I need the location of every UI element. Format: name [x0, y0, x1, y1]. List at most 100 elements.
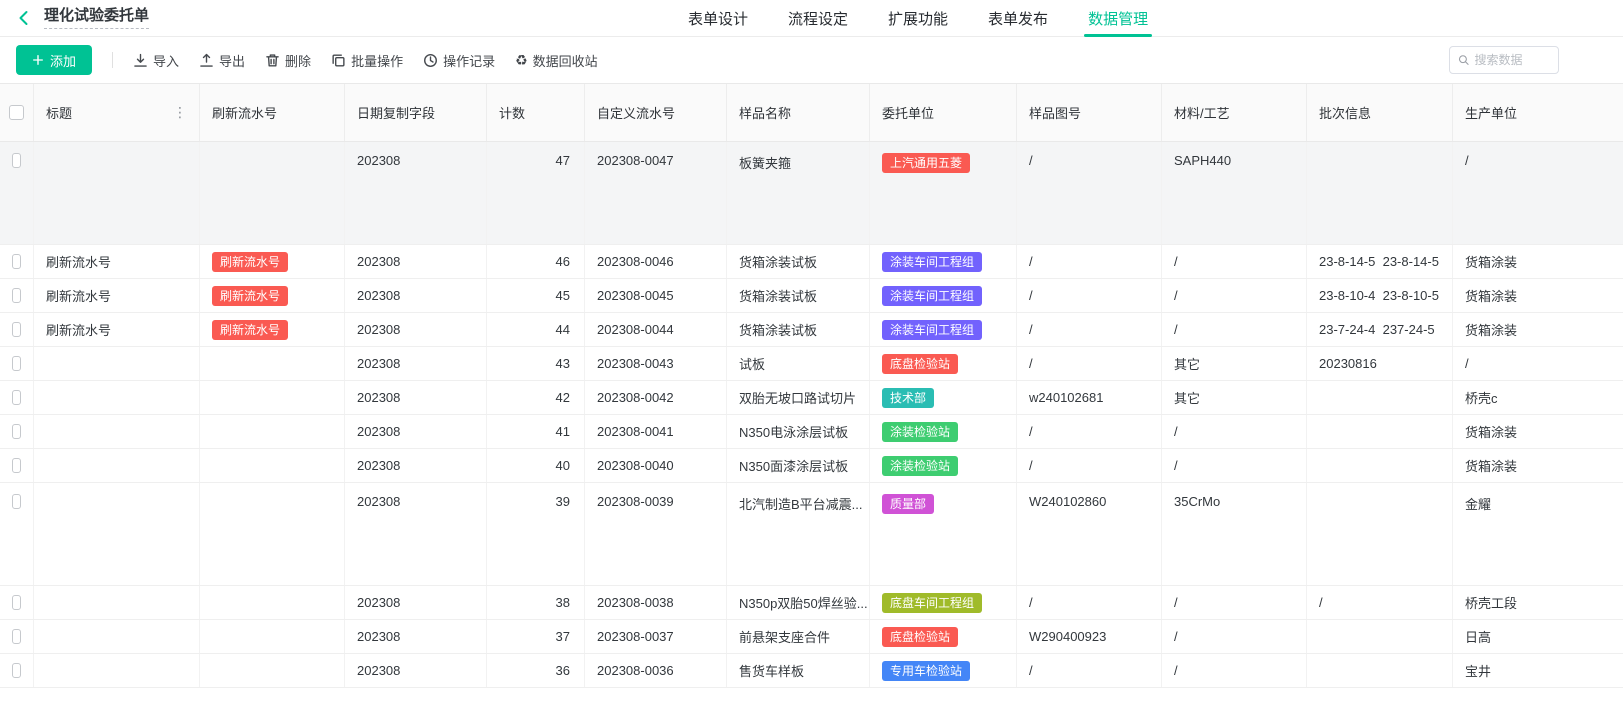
table-row[interactable]: 20230839202308-0039北汽制造B平台减震...质量部W24010… — [0, 483, 1623, 586]
cell-text: 23-8-14-5 23-8-14-5 — [1319, 254, 1439, 269]
row-checkbox[interactable] — [12, 322, 21, 337]
cell-producer: / — [1453, 142, 1623, 244]
cell-text: / — [1029, 595, 1033, 610]
cell-sample: 前悬架支座合件 — [727, 620, 870, 653]
search-box[interactable] — [1449, 46, 1559, 74]
cell-text: 202308-0036 — [597, 663, 674, 678]
column-header-sample[interactable]: 样品名称 — [727, 84, 870, 141]
row-checkbox[interactable] — [12, 595, 21, 610]
column-header-label: 标题 — [46, 103, 72, 122]
cell-unit: 专用车检验站 — [870, 654, 1017, 687]
row-checkbox[interactable] — [12, 288, 21, 303]
table-body: 20230847202308-0047板簧夹箍上汽通用五菱/SAPH440/刷新… — [0, 142, 1623, 688]
cell-text: N350电泳涂层试板 — [739, 422, 848, 441]
delete-button[interactable]: 删除 — [265, 51, 311, 70]
chevron-left-icon — [16, 10, 32, 26]
row-checkbox[interactable] — [12, 458, 21, 473]
unit-badge: 专用车检验站 — [882, 661, 970, 681]
back-button[interactable] — [16, 10, 32, 26]
cell-count: 45 — [487, 279, 585, 312]
tab-form-publish[interactable]: 表单发布 — [988, 0, 1048, 37]
row-select-cell — [0, 279, 34, 312]
select-all-checkbox[interactable] — [9, 105, 24, 120]
tab-flow-settings[interactable]: 流程设定 — [788, 0, 848, 37]
cell-text: / — [1029, 254, 1033, 269]
tab-form-design[interactable]: 表单设计 — [688, 0, 748, 37]
cell-figure: / — [1017, 586, 1162, 619]
tab-extensions[interactable]: 扩展功能 — [888, 0, 948, 37]
operation-log-button[interactable]: 操作记录 — [423, 51, 495, 70]
cell-title: 刷新流水号 — [34, 245, 200, 278]
table-row[interactable]: 刷新流水号刷新流水号20230844202308-0044货箱涂装试板涂装车间工… — [0, 313, 1623, 347]
add-button[interactable]: 添加 — [16, 45, 92, 75]
column-more-icon[interactable]: ⋮ — [165, 104, 187, 121]
export-button[interactable]: 导出 — [199, 51, 245, 70]
column-header-serial[interactable]: 自定义流水号 — [585, 84, 727, 141]
cell-text: / — [1029, 424, 1033, 439]
cell-text: 23-7-24-4 237-24-5 — [1319, 322, 1435, 337]
column-header-unit[interactable]: 委托单位 — [870, 84, 1017, 141]
table-row[interactable]: 20230843202308-0043试板底盘检验站/其它20230816/ — [0, 347, 1623, 381]
import-label: 导入 — [153, 51, 179, 70]
cell-text: 202308 — [357, 629, 400, 644]
cell-serial: 202308-0044 — [585, 313, 727, 346]
import-button[interactable]: 导入 — [133, 51, 179, 70]
cell-text: 板簧夹箍 — [739, 153, 791, 172]
cell-text: 202308-0037 — [597, 629, 674, 644]
search-input[interactable] — [1474, 53, 1550, 67]
cell-sample: N350电泳涂层试板 — [727, 415, 870, 448]
cell-material: / — [1162, 620, 1307, 653]
row-checkbox[interactable] — [12, 390, 21, 405]
row-checkbox[interactable] — [12, 663, 21, 678]
row-checkbox[interactable] — [12, 356, 21, 371]
column-header-label: 计数 — [499, 103, 525, 122]
row-checkbox[interactable] — [12, 153, 21, 168]
column-header-date[interactable]: 日期复制字段 — [345, 84, 487, 141]
cell-text: W240102860 — [1029, 494, 1106, 509]
row-checkbox[interactable] — [12, 629, 21, 644]
column-header-producer[interactable]: 生产单位 — [1453, 84, 1623, 141]
row-checkbox[interactable] — [12, 254, 21, 269]
cell-text: 202308 — [357, 663, 400, 678]
cell-unit: 涂装检验站 — [870, 449, 1017, 482]
cell-text: 202308 — [357, 494, 400, 509]
row-checkbox[interactable] — [12, 494, 21, 509]
tab-data-management[interactable]: 数据管理 — [1088, 0, 1148, 37]
unit-badge: 技术部 — [882, 388, 934, 408]
cell-unit: 底盘检验站 — [870, 620, 1017, 653]
recycle-bin-label: 数据回收站 — [533, 51, 598, 70]
column-header-title[interactable]: 标题 ⋮ — [34, 84, 200, 141]
cell-text: 39 — [556, 494, 570, 509]
cell-unit: 涂装车间工程组 — [870, 245, 1017, 278]
cell-batch — [1307, 483, 1453, 585]
column-header-figure[interactable]: 样品图号 — [1017, 84, 1162, 141]
recycle-bin-button[interactable]: ♻ 数据回收站 — [515, 51, 598, 70]
table-row[interactable]: 20230841202308-0041N350电泳涂层试板涂装检验站//货箱涂装 — [0, 415, 1623, 449]
table-row[interactable]: 20230837202308-0037前悬架支座合件底盘检验站W29040092… — [0, 620, 1623, 654]
table-row[interactable]: 刷新流水号刷新流水号20230845202308-0045货箱涂装试板涂装车间工… — [0, 279, 1623, 313]
cell-text: 桥壳c — [1465, 388, 1498, 407]
cell-text: 前悬架支座合件 — [739, 627, 830, 646]
table-row[interactable]: 20230842202308-0042双胎无坡口路试切片技术部w24010268… — [0, 381, 1623, 415]
column-header-count[interactable]: 计数 — [487, 84, 585, 141]
cell-text: / — [1465, 153, 1469, 168]
row-checkbox[interactable] — [12, 424, 21, 439]
column-header-batch[interactable]: 批次信息 — [1307, 84, 1453, 141]
cell-unit: 上汽通用五菱 — [870, 142, 1017, 244]
column-header-refresh[interactable]: 刷新流水号 — [200, 84, 345, 141]
cell-text: 北汽制造B平台减震... — [739, 494, 863, 513]
cell-text: 202308 — [357, 356, 400, 371]
column-header-material[interactable]: 材料/工艺 — [1162, 84, 1307, 141]
cell-sample: N350p双胎50焊丝验... — [727, 586, 870, 619]
table-row[interactable]: 20230838202308-0038N350p双胎50焊丝验...底盘车间工程… — [0, 586, 1623, 620]
table-row[interactable]: 20230847202308-0047板簧夹箍上汽通用五菱/SAPH440/ — [0, 142, 1623, 245]
table-row[interactable]: 20230836202308-0036售货车样板专用车检验站//宝井 — [0, 654, 1623, 688]
cell-text: 202308-0039 — [597, 494, 674, 509]
cell-text: 其它 — [1174, 388, 1200, 407]
cell-serial: 202308-0040 — [585, 449, 727, 482]
cell-text: 202308-0042 — [597, 390, 674, 405]
batch-operations-button[interactable]: 批量操作 — [331, 51, 403, 70]
table-row[interactable]: 刷新流水号刷新流水号20230846202308-0046货箱涂装试板涂装车间工… — [0, 245, 1623, 279]
cell-text: 202308-0046 — [597, 254, 674, 269]
table-row[interactable]: 20230840202308-0040N350面漆涂层试板涂装检验站//货箱涂装 — [0, 449, 1623, 483]
